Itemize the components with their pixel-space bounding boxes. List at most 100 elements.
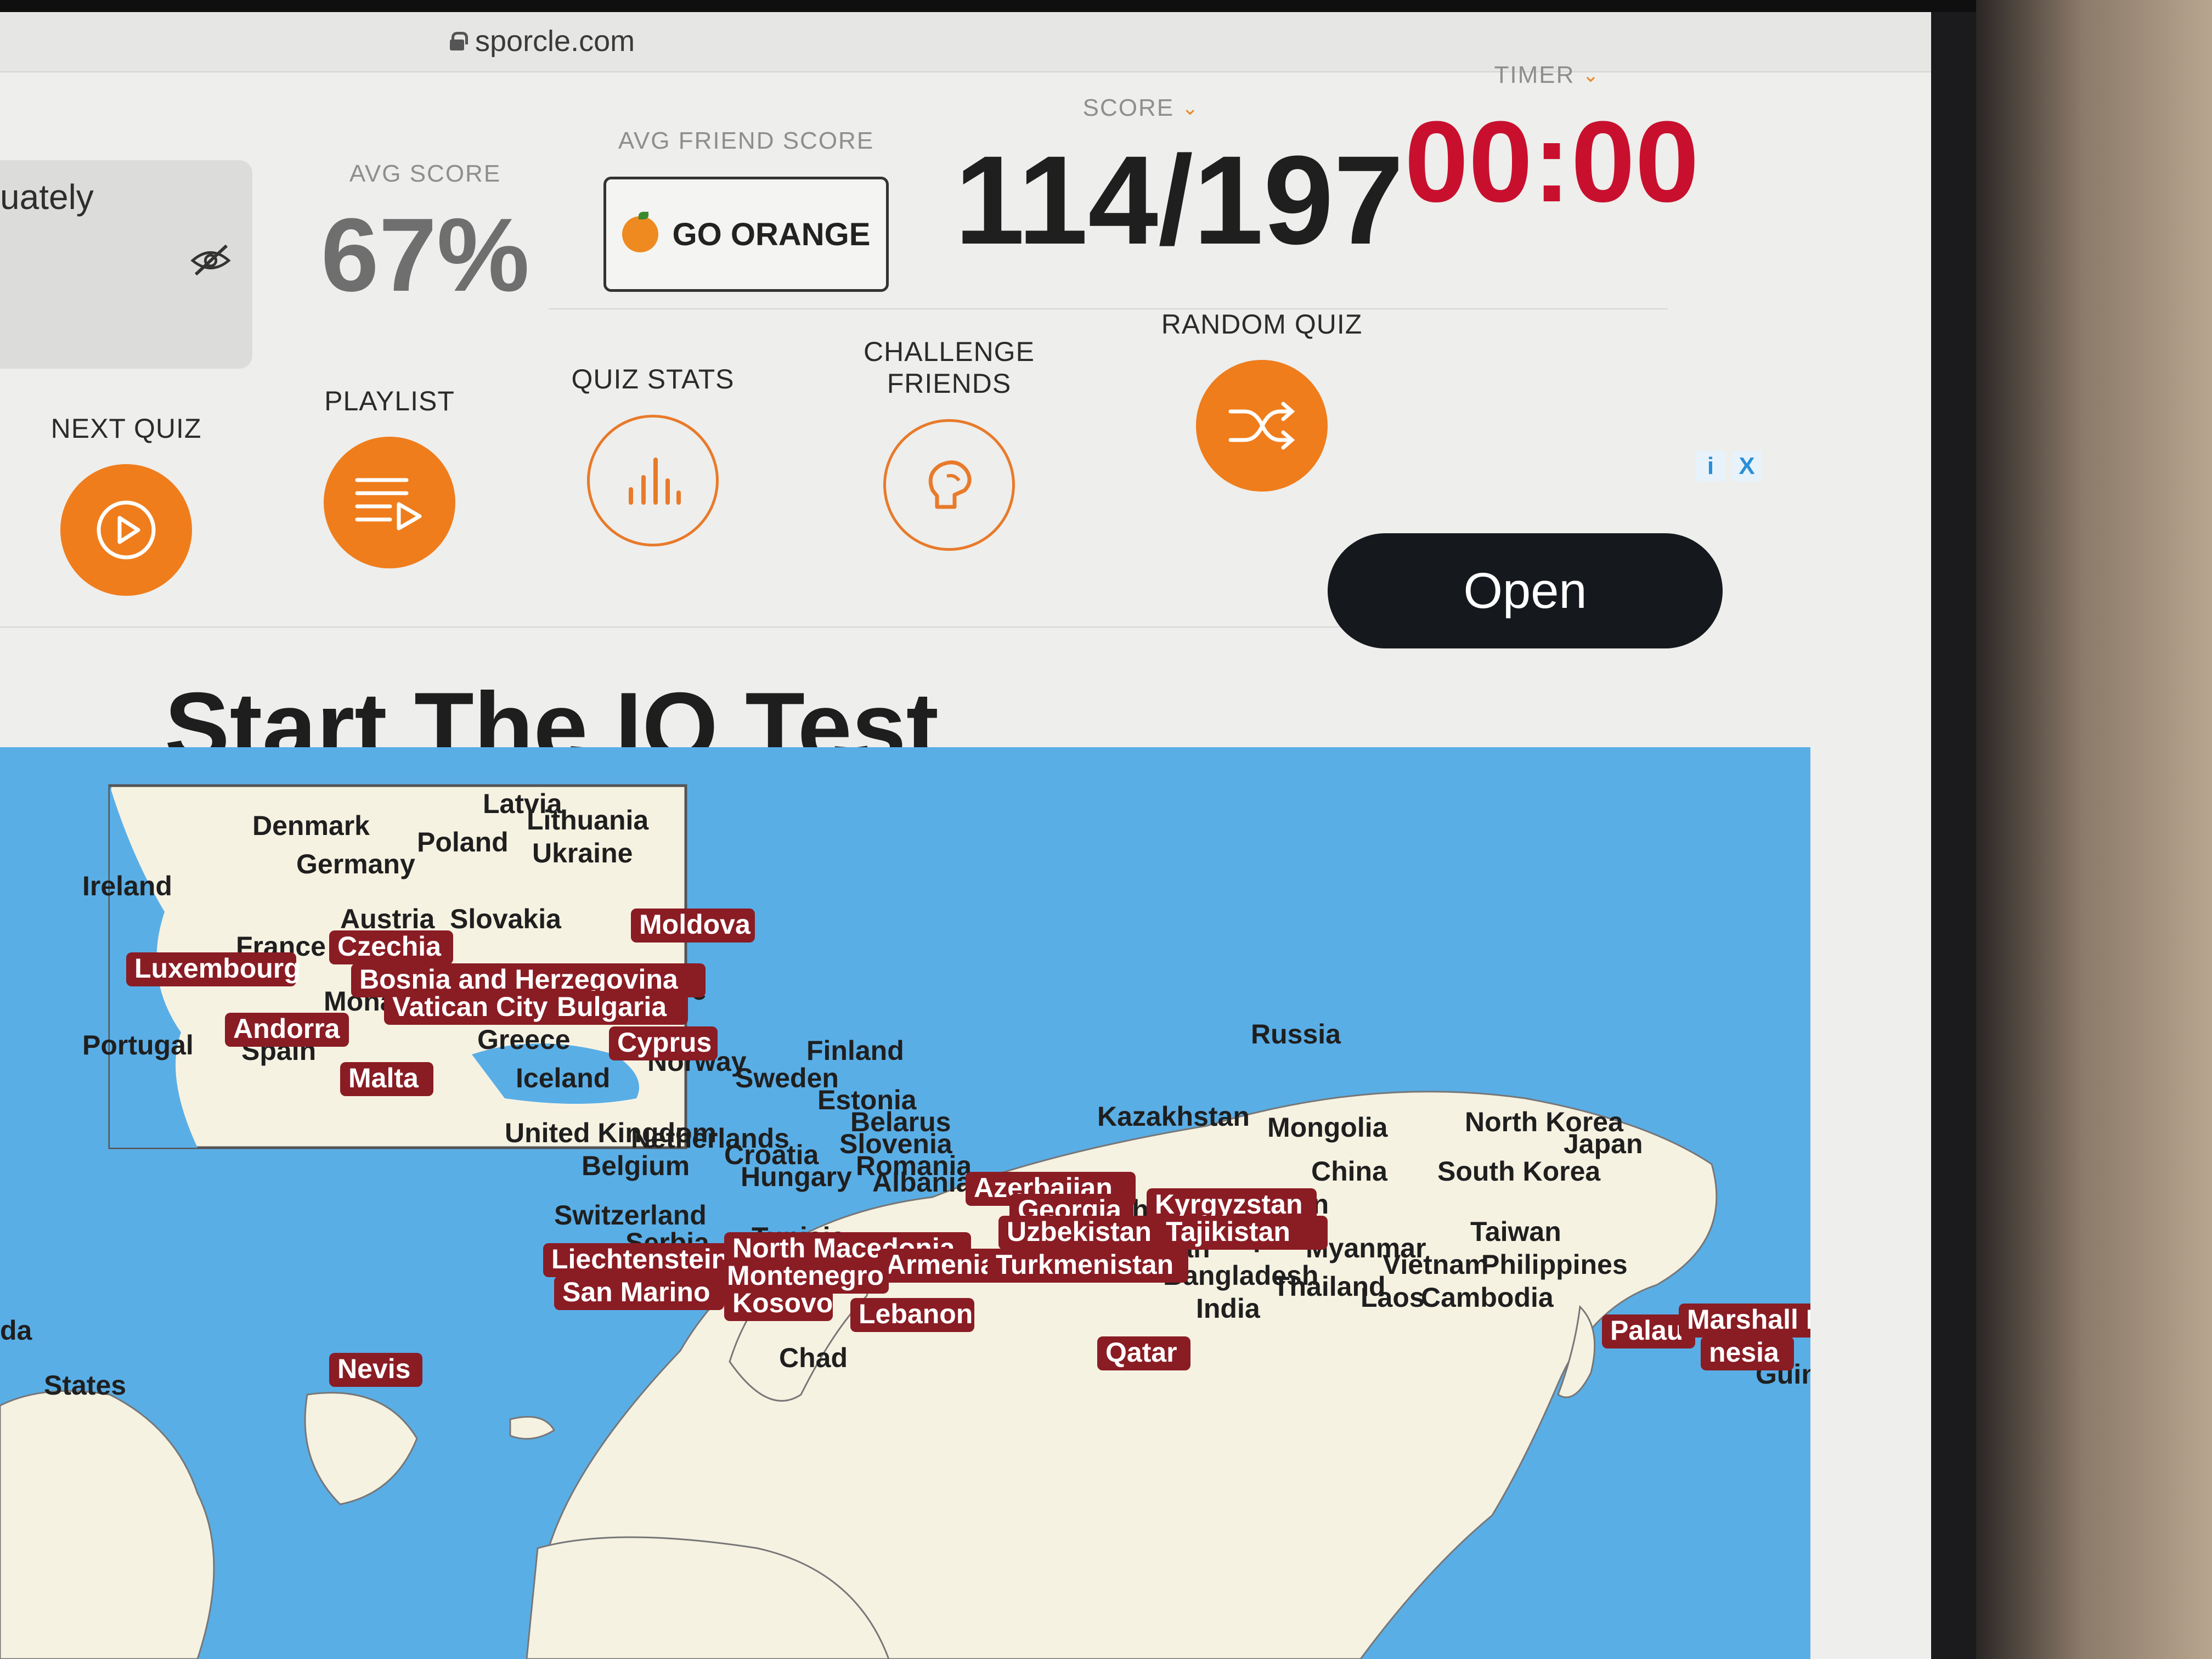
named-country-san-marino: San Marino bbox=[554, 1276, 724, 1310]
named-country-nesia: nesia bbox=[1701, 1336, 1794, 1370]
map-label-chad: Chad bbox=[779, 1342, 848, 1373]
named-country-andorra: Andorra bbox=[225, 1013, 349, 1047]
named-country-text: Nevis bbox=[337, 1353, 410, 1384]
chevron-down-icon[interactable]: ⌄ bbox=[1182, 97, 1199, 120]
boxing-glove-icon bbox=[928, 460, 972, 509]
named-country-cyprus: Cyprus bbox=[609, 1026, 718, 1060]
chevron-down-icon[interactable]: ⌄ bbox=[1582, 64, 1600, 87]
named-country-text: Bosnia and Herzegovina bbox=[359, 964, 679, 995]
named-country-text: Vatican City bbox=[392, 991, 548, 1022]
named-country-turkmenistan: Turkmenistan bbox=[988, 1249, 1188, 1283]
named-country-text: Bulgaria bbox=[557, 991, 667, 1022]
map-label-denmark: Denmark bbox=[252, 810, 370, 841]
named-country-text: Moldova bbox=[639, 909, 751, 940]
map-label-lithuania: Lithuania bbox=[527, 805, 649, 836]
timer-value: 00:00 bbox=[1404, 97, 1700, 226]
url-text: sporcle.com bbox=[475, 25, 635, 58]
map-label-philippines: Philippines bbox=[1481, 1249, 1628, 1280]
avg-score: AVG SCORE 67% bbox=[307, 160, 543, 307]
hint-text: uately bbox=[0, 177, 94, 217]
named-country-qatar: Qatar bbox=[1097, 1336, 1190, 1370]
named-country-text: Lebanon bbox=[859, 1299, 973, 1329]
next-quiz-label: NEXT QUIZ bbox=[50, 413, 202, 444]
shuffle-icon bbox=[1228, 402, 1295, 450]
named-country-text: San Marino bbox=[562, 1277, 710, 1307]
random-quiz-button[interactable]: RANDOM QUIZ bbox=[1119, 308, 1404, 492]
named-country-text: Palau bbox=[1610, 1315, 1683, 1346]
map-label-iceland: Iceland bbox=[516, 1063, 610, 1093]
named-country-text: Malta bbox=[348, 1063, 419, 1093]
named-country-bulgaria: Bulgaria bbox=[549, 991, 688, 1025]
named-country-tajikistan: Tajikistan bbox=[1158, 1216, 1328, 1250]
ad-close-icon[interactable]: X bbox=[1731, 451, 1762, 482]
ad-controls: i X bbox=[1695, 451, 1762, 482]
map-label-da: da bbox=[0, 1315, 33, 1346]
quiz-stats-circle[interactable] bbox=[587, 415, 719, 546]
avg-score-label: AVG SCORE bbox=[349, 160, 501, 187]
lock-icon bbox=[450, 32, 468, 50]
named-country-text: Marshall Islands bbox=[1687, 1304, 1810, 1335]
avg-friend-score: AVG FRIEND SCORE GO ORANGE bbox=[592, 127, 900, 292]
playlist-icon bbox=[355, 478, 422, 531]
playlist-label: PLAYLIST bbox=[324, 386, 455, 416]
timer: TIMER ⌄ 00:00 bbox=[1404, 61, 1700, 226]
map-label-hungary: Hungary bbox=[741, 1161, 852, 1192]
ad-open-button[interactable]: Open bbox=[1328, 533, 1723, 648]
named-country-text: Czechia bbox=[337, 931, 442, 962]
divider bbox=[549, 308, 1668, 309]
map-label-slovakia: Slovakia bbox=[450, 904, 562, 934]
map-label-ukraine: Ukraine bbox=[532, 838, 633, 868]
next-quiz-button[interactable]: NEXT QUIZ bbox=[0, 413, 269, 596]
score-value: 114/197 bbox=[955, 129, 1404, 270]
quiz-stats-label: QUIZ STATS bbox=[571, 364, 735, 394]
map-label-japan: Japan bbox=[1564, 1128, 1643, 1159]
random-quiz-label: RANDOM QUIZ bbox=[1161, 309, 1363, 340]
named-country-text: Armenia bbox=[886, 1249, 996, 1280]
map-label-mongolia: Mongolia bbox=[1267, 1112, 1389, 1143]
map-label-south-korea: South Korea bbox=[1437, 1156, 1601, 1187]
quiz-stats-bar: uately AVG SCORE 67% AVG FRIEND SCORE GO… bbox=[0, 61, 1701, 369]
map-label-ireland: Ireland bbox=[82, 871, 172, 901]
named-country-malta: Malta bbox=[340, 1062, 433, 1096]
challenge-friends-button[interactable]: CHALLENGE FRIENDS bbox=[806, 336, 1092, 551]
challenge-friends-label: CHALLENGE FRIENDS bbox=[864, 336, 1035, 399]
map-label-laos: Laos bbox=[1361, 1282, 1425, 1313]
playlist-button[interactable]: PLAYLIST bbox=[247, 385, 532, 568]
named-country-armenia: Armenia bbox=[878, 1249, 1002, 1283]
named-country-text: Luxembourg bbox=[134, 953, 301, 984]
named-country-text: nesia bbox=[1709, 1337, 1780, 1368]
next-quiz-circle[interactable] bbox=[60, 464, 192, 596]
avg-score-value: 67% bbox=[320, 197, 530, 313]
named-country-text: Qatar bbox=[1105, 1337, 1177, 1368]
score-label: SCORE bbox=[1082, 94, 1175, 121]
map-label-portugal: Portugal bbox=[82, 1030, 194, 1060]
named-country-text: Tajikistan bbox=[1166, 1216, 1290, 1247]
map-label-russia: Russia bbox=[1251, 1019, 1341, 1049]
go-orange-button[interactable]: GO ORANGE bbox=[603, 177, 889, 292]
quiz-stats-button[interactable]: QUIZ STATS bbox=[510, 363, 795, 546]
map-label-kazakhstan: Kazakhstan bbox=[1097, 1101, 1250, 1132]
map-label-china: China bbox=[1311, 1156, 1388, 1187]
map-label-austria: Austria bbox=[340, 904, 435, 934]
world-map: Latvia Denmark Lithuania Poland Ireland Germa… bbox=[0, 747, 1810, 1659]
named-country-marshall-islands: Marshall Islands bbox=[1679, 1304, 1810, 1338]
random-quiz-circle[interactable] bbox=[1196, 360, 1328, 492]
url-display[interactable]: sporcle.com bbox=[450, 24, 635, 58]
eye-slash-icon[interactable] bbox=[189, 242, 232, 276]
challenge-friends-circle[interactable] bbox=[883, 419, 1015, 551]
map-label-india: India bbox=[1196, 1293, 1261, 1324]
named-country-kosovo: Kosovo bbox=[724, 1287, 833, 1321]
browser-screen: sporcle.com uately AVG SCORE 67% AVG FRI… bbox=[0, 12, 1931, 1659]
ad-info-icon[interactable]: i bbox=[1695, 451, 1726, 482]
map-label-taiwan: Taiwan bbox=[1470, 1216, 1561, 1247]
map-label-switzerland: Switzerland bbox=[554, 1200, 707, 1231]
score-label-row[interactable]: SCORE ⌄ bbox=[955, 94, 1328, 122]
map-label-germany: Germany bbox=[296, 849, 415, 879]
device-top-edge bbox=[0, 0, 2212, 12]
named-country-lebanon: Lebanon bbox=[850, 1298, 974, 1332]
bar-chart-icon bbox=[629, 458, 681, 505]
named-country-text: Liechtenstein bbox=[551, 1244, 728, 1274]
playlist-circle[interactable] bbox=[324, 437, 455, 568]
named-country-czechia: Czechia bbox=[329, 930, 453, 964]
timer-label-row[interactable]: TIMER ⌄ bbox=[1404, 61, 1690, 89]
